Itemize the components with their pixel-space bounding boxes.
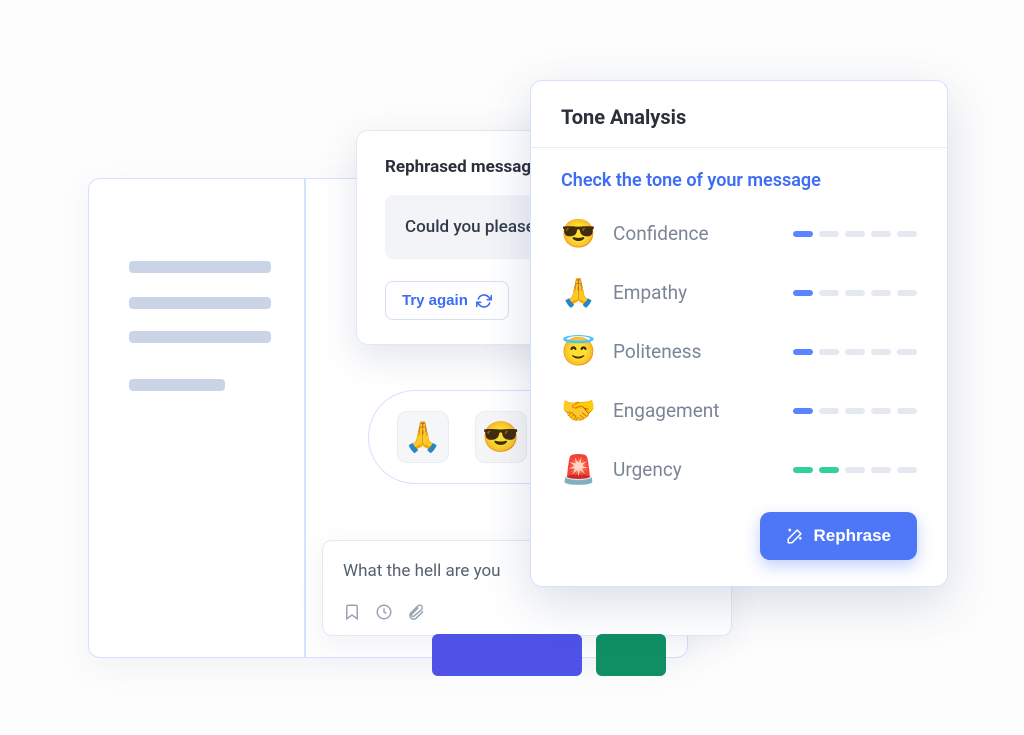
empathy-meter (793, 290, 917, 296)
politeness-label: Politeness (613, 340, 775, 363)
politeness-meter (793, 349, 917, 355)
empathy-emoji: 🙏 (561, 276, 595, 309)
cool-emoji: 😎 (482, 420, 519, 455)
skeleton-line (129, 261, 271, 273)
bookmark-icon[interactable] (343, 603, 361, 621)
tone-row-urgency: 🚨 Urgency (561, 453, 917, 486)
rephrase-button[interactable]: Rephrase (760, 512, 917, 560)
panel-divider (304, 179, 306, 657)
skeleton-line (129, 297, 271, 309)
tone-header: Tone Analysis (531, 81, 947, 148)
empathy-label: Empathy (613, 281, 775, 304)
emoji-chip-pray[interactable]: 🙏 (397, 411, 449, 463)
try-again-label: Try again (402, 292, 468, 309)
tone-row-empathy: 🙏 Empathy (561, 276, 917, 309)
compose-primary-action[interactable] (432, 634, 582, 676)
tone-row-confidence: 😎 Confidence (561, 217, 917, 250)
attachment-icon[interactable] (407, 603, 425, 621)
tone-title: Tone Analysis (561, 105, 917, 129)
compose-toolbar (343, 603, 711, 621)
urgency-meter (793, 467, 917, 473)
tone-row-engagement: 🤝 Engagement (561, 394, 917, 427)
rephrase-button-label: Rephrase (814, 526, 891, 546)
tone-analysis-panel: Tone Analysis Check the tone of your mes… (530, 80, 948, 587)
skeleton-line (129, 331, 271, 343)
skeleton-line (129, 379, 225, 391)
clock-icon[interactable] (375, 603, 393, 621)
engagement-emoji: 🤝 (561, 394, 595, 427)
confidence-emoji: 😎 (561, 217, 595, 250)
pray-emoji: 🙏 (404, 420, 441, 455)
engagement-meter (793, 408, 917, 414)
emoji-chip-cool[interactable]: 😎 (475, 411, 527, 463)
magic-wand-icon (786, 527, 804, 545)
tone-row-politeness: 😇 Politeness (561, 335, 917, 368)
try-again-button[interactable]: Try again (385, 281, 509, 320)
urgency-emoji: 🚨 (561, 453, 595, 486)
refresh-icon (476, 293, 492, 309)
engagement-label: Engagement (613, 399, 775, 422)
politeness-emoji: 😇 (561, 335, 595, 368)
tone-subtitle: Check the tone of your message (561, 170, 917, 191)
confidence-label: Confidence (613, 222, 775, 245)
urgency-label: Urgency (613, 458, 775, 481)
confidence-meter (793, 231, 917, 237)
compose-secondary-action[interactable] (596, 634, 666, 676)
